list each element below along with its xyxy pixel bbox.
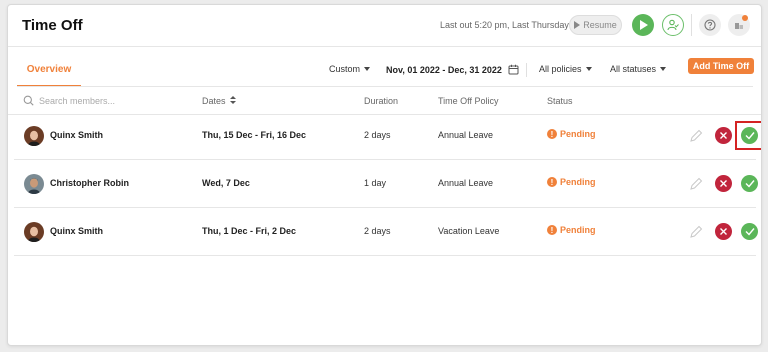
help-icon <box>704 19 716 31</box>
header: Time Off Last out 5:20 pm, Last Thursday… <box>8 5 761 47</box>
help-button[interactable] <box>699 14 721 36</box>
reject-button[interactable] <box>715 127 732 144</box>
status-badge: ! Pending <box>547 129 596 139</box>
dates-column-header[interactable]: Dates <box>202 96 237 106</box>
notifications-button[interactable] <box>728 14 750 36</box>
member-name: Quinx Smith <box>50 130 104 140</box>
avatar <box>24 174 44 194</box>
duration-cell: 2 days <box>364 226 391 236</box>
search-input[interactable]: Search members... <box>23 95 115 106</box>
reject-icon <box>720 180 727 187</box>
alert-icon: ! <box>547 129 557 139</box>
avatar <box>24 222 44 242</box>
date-range-picker[interactable]: Nov, 01 2022 - Dec, 31 2022 <box>386 64 519 75</box>
time-off-window: Time Off Last out 5:20 pm, Last Thursday… <box>7 4 762 346</box>
calendar-icon <box>508 64 519 75</box>
pencil-icon[interactable] <box>688 224 704 240</box>
status-badge: ! Pending <box>547 177 596 187</box>
table-row[interactable]: Quinx Smith Thu, 15 Dec - Fri, 16 Dec 2 … <box>14 112 761 160</box>
range-dropdown[interactable]: Custom <box>329 64 371 74</box>
policies-dropdown[interactable]: All policies <box>539 64 592 74</box>
pencil-icon[interactable] <box>688 128 704 144</box>
sort-icon <box>230 96 237 104</box>
filter-divider <box>526 63 527 77</box>
chevron-down-icon <box>585 67 592 71</box>
play-small-icon <box>574 21 581 29</box>
duration-column-header: Duration <box>364 96 399 106</box>
pencil-icon[interactable] <box>688 176 704 192</box>
dates-cell: Thu, 15 Dec - Fri, 16 Dec <box>202 130 307 140</box>
table-row[interactable]: Quinx Smith Thu, 1 Dec - Fri, 2 Dec 2 da… <box>14 208 758 256</box>
user-check-button[interactable] <box>662 14 684 36</box>
member-name: Quinx Smith <box>50 226 104 236</box>
add-time-off-button[interactable]: Add Time Off <box>688 58 754 74</box>
member-name: Christopher Robin <box>50 178 129 188</box>
dates-cell: Thu, 1 Dec - Fri, 2 Dec <box>202 226 297 236</box>
duration-cell: 1 day <box>364 178 387 188</box>
approve-button[interactable] <box>741 175 758 192</box>
chevron-down-icon <box>660 67 667 71</box>
statuses-label: All statuses <box>610 64 657 74</box>
date-range-label: Nov, 01 2022 - Dec, 31 2022 <box>386 64 502 75</box>
table-header: Search members... Dates Duration Time Of… <box>8 87 761 115</box>
play-icon <box>640 20 648 30</box>
user-check-icon <box>667 19 679 31</box>
approve-icon <box>745 228 755 236</box>
last-out-text: Last out 5:20 pm, Last Thursday <box>440 20 569 30</box>
policies-label: All policies <box>539 64 582 74</box>
statuses-dropdown[interactable]: All statuses <box>610 64 667 74</box>
notification-dot <box>742 15 748 21</box>
search-icon <box>23 95 34 106</box>
range-label: Custom <box>329 64 361 74</box>
table-row[interactable]: Christopher Robin Wed, 7 Dec 1 day Annua… <box>14 160 758 208</box>
status-column-header: Status <box>547 96 573 106</box>
resume-label: Resume <box>583 20 617 30</box>
duration-cell: 2 days <box>364 130 391 140</box>
alert-icon: ! <box>547 177 557 187</box>
policy-cell: Vacation Leave <box>438 226 500 236</box>
policy-cell: Annual Leave <box>438 178 494 188</box>
status-label: Pending <box>560 225 596 235</box>
chevron-down-icon <box>364 67 371 71</box>
reject-button[interactable] <box>715 223 732 240</box>
status-label: Pending <box>560 177 596 187</box>
reject-button[interactable] <box>715 175 732 192</box>
policy-column-header: Time Off Policy <box>438 96 499 106</box>
tab-overview[interactable]: Overview <box>17 61 81 87</box>
approve-button[interactable] <box>741 223 758 240</box>
alert-icon: ! <box>547 225 557 235</box>
dates-column-label: Dates <box>202 96 226 106</box>
header-divider <box>691 14 692 36</box>
tab-bar: Overview Custom Nov, 01 2022 - Dec, 31 2… <box>8 47 761 87</box>
search-placeholder: Search members... <box>39 95 116 106</box>
resume-button[interactable]: Resume <box>569 15 622 35</box>
reject-icon <box>720 228 727 235</box>
policy-cell: Annual Leave <box>438 130 494 140</box>
status-label: Pending <box>560 129 596 139</box>
reject-icon <box>720 132 727 139</box>
start-timer-button[interactable] <box>632 14 654 36</box>
status-badge: ! Pending <box>547 225 596 235</box>
avatar <box>24 126 44 146</box>
approve-highlight-box <box>735 121 761 150</box>
dates-cell: Wed, 7 Dec <box>202 178 250 188</box>
approve-icon <box>745 180 755 188</box>
page-title: Time Off <box>22 17 83 34</box>
